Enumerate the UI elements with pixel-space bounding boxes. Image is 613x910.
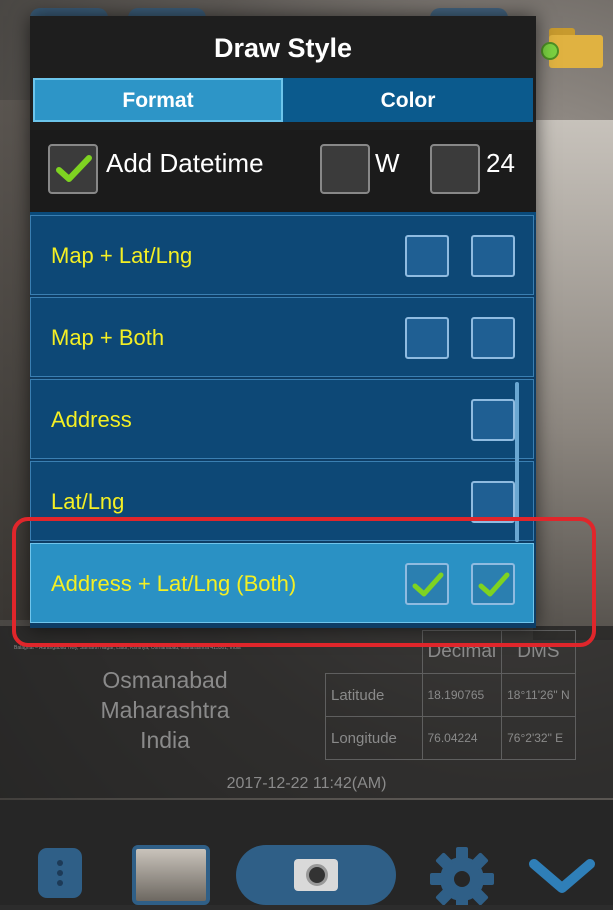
latitude-decimal: 18.190765 — [421, 673, 503, 717]
list-item-checkbox-2[interactable] — [471, 235, 515, 277]
folder-icon[interactable] — [541, 28, 603, 68]
list-item-label: Map + Lat/Lng — [51, 243, 193, 268]
tab-color[interactable]: Color — [283, 78, 533, 122]
list-item-checkbox[interactable] — [471, 399, 515, 441]
stamp-city: Osmanabad — [102, 667, 228, 693]
tab-bar: Format Color — [33, 78, 533, 122]
stamp-datetime: 2017-12-22 11:42(AM) — [226, 775, 387, 792]
add-datetime-label: Add Datetime — [106, 148, 264, 178]
dialog-title: Draw Style — [213, 33, 353, 63]
24-hour-label: 24 — [486, 148, 515, 178]
list-item-map-latlng[interactable]: Map + Lat/Lng — [30, 215, 534, 295]
gallery-thumbnail[interactable] — [132, 845, 210, 905]
stamp-state: Maharashtra — [100, 697, 230, 723]
w-label: W — [375, 148, 400, 178]
stamp-address: Osmanabad Maharashtra India — [40, 665, 290, 755]
coordinates-table: Decimal DMS Latitude 18.190765 18°11'26"… — [325, 630, 576, 760]
longitude-decimal: 76.04224 — [421, 716, 503, 760]
longitude-dms: 76°2'32" E — [501, 716, 576, 760]
list-item-label: Address — [51, 407, 132, 432]
menu-icon[interactable] — [38, 848, 82, 898]
list-item-checkbox-2[interactable] — [471, 317, 515, 359]
chevron-down-icon[interactable] — [526, 850, 598, 900]
list-item-checkbox-1[interactable] — [405, 235, 449, 277]
gear-icon[interactable] — [426, 845, 498, 910]
24-hour-checkbox[interactable] — [430, 144, 480, 194]
selection-highlight — [12, 517, 596, 647]
list-item-checkbox-1[interactable] — [405, 317, 449, 359]
list-item-label: Map + Both — [51, 325, 165, 350]
longitude-label: Longitude — [325, 716, 423, 760]
w-checkbox[interactable] — [320, 144, 370, 194]
add-datetime-checkbox[interactable] — [48, 144, 98, 194]
shutter-button[interactable] — [236, 845, 396, 905]
list-item-address[interactable]: Address — [30, 379, 534, 459]
latitude-label: Latitude — [325, 673, 423, 717]
list-item-map-both[interactable]: Map + Both — [30, 297, 534, 377]
stamp-country: India — [140, 727, 190, 753]
tab-format[interactable]: Format — [33, 78, 283, 122]
check-icon — [56, 155, 92, 182]
latitude-dms: 18°11'26" N — [501, 673, 576, 717]
